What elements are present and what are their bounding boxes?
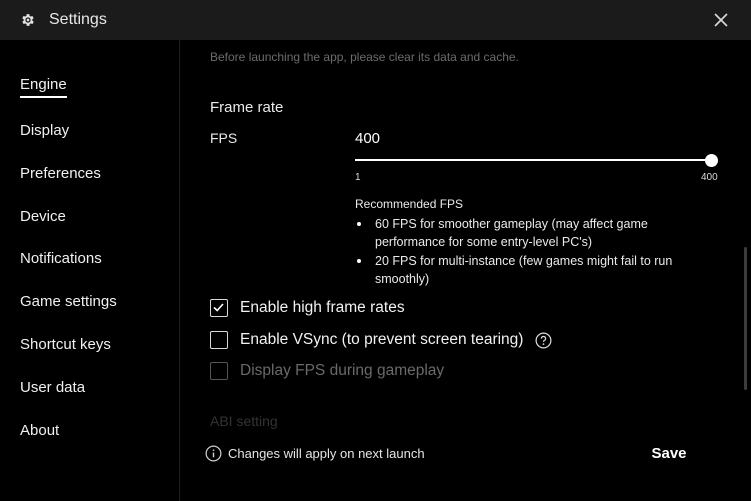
- bullet-icon: [357, 222, 361, 226]
- window-title: Settings: [49, 11, 107, 28]
- vsync-checkbox[interactable]: [210, 331, 228, 349]
- bullet-icon: [357, 259, 361, 263]
- title-bar: Settings: [0, 0, 751, 40]
- sidebar-item-device[interactable]: Device: [20, 208, 66, 225]
- recommended-item-text: 60 FPS for smoother gameplay (may affect…: [375, 217, 648, 249]
- recommended-item-text: 20 FPS for multi-instance (few games mig…: [375, 254, 673, 286]
- display-fps-label: Display FPS during gameplay: [240, 362, 445, 379]
- frame-rate-title: Frame rate: [210, 99, 284, 116]
- list-item: 20 FPS for multi-instance (few games mig…: [355, 252, 685, 288]
- slider-max-label: 400: [701, 172, 718, 183]
- sidebar-item-user-data[interactable]: User data: [20, 379, 85, 396]
- save-button[interactable]: Save: [641, 442, 697, 464]
- recommended-fps-list: 60 FPS for smoother gameplay (may affect…: [355, 215, 685, 289]
- display-fps-option[interactable]: Display FPS during gameplay: [210, 361, 444, 381]
- scrollbar-thumb[interactable]: [744, 247, 747, 390]
- fps-slider[interactable]: [355, 152, 719, 170]
- vsync-label: Enable VSync (to prevent screen tearing): [240, 331, 524, 348]
- sidebar-item-about[interactable]: About: [20, 422, 59, 439]
- slider-track: [355, 159, 712, 161]
- sidebar-item-engine[interactable]: Engine: [20, 76, 67, 98]
- fps-label: FPS: [210, 130, 238, 146]
- sidebar-item-preferences[interactable]: Preferences: [20, 165, 101, 182]
- high-frame-rate-checkbox[interactable]: [210, 299, 228, 317]
- settings-content: Before launching the app, please clear i…: [181, 40, 751, 501]
- clear-cache-hint: Before launching the app, please clear i…: [210, 50, 519, 64]
- recommended-fps-title: Recommended FPS: [355, 197, 464, 211]
- sidebar-item-game-settings[interactable]: Game settings: [20, 293, 117, 310]
- display-fps-checkbox[interactable]: [210, 362, 228, 380]
- slider-thumb[interactable]: [705, 154, 718, 167]
- settings-footer: Changes will apply on next launch Save: [181, 430, 741, 501]
- abi-setting-heading: ABI setting: [210, 413, 278, 429]
- list-item: 60 FPS for smoother gameplay (may affect…: [355, 215, 685, 251]
- high-frame-rate-option[interactable]: Enable high frame rates: [210, 298, 405, 318]
- gear-icon: [22, 14, 34, 26]
- close-icon[interactable]: [711, 10, 731, 30]
- fps-value: 400: [355, 130, 381, 147]
- slider-min-label: 1: [355, 172, 361, 183]
- sidebar-item-shortcut-keys[interactable]: Shortcut keys: [20, 336, 111, 353]
- sidebar-item-notifications[interactable]: Notifications: [20, 250, 102, 267]
- high-frame-rate-label: Enable high frame rates: [240, 299, 405, 316]
- question-circle-icon[interactable]: [535, 332, 552, 349]
- checkmark-icon: [213, 303, 224, 312]
- sidebar-item-display[interactable]: Display: [20, 122, 69, 139]
- vsync-option[interactable]: Enable VSync (to prevent screen tearing): [210, 330, 552, 350]
- content-scrollbar[interactable]: [742, 40, 751, 501]
- settings-sidebar: Engine Display Preferences Device Notifi…: [0, 40, 180, 501]
- restart-note: Changes will apply on next launch: [228, 446, 425, 461]
- info-circle-icon: [205, 445, 222, 462]
